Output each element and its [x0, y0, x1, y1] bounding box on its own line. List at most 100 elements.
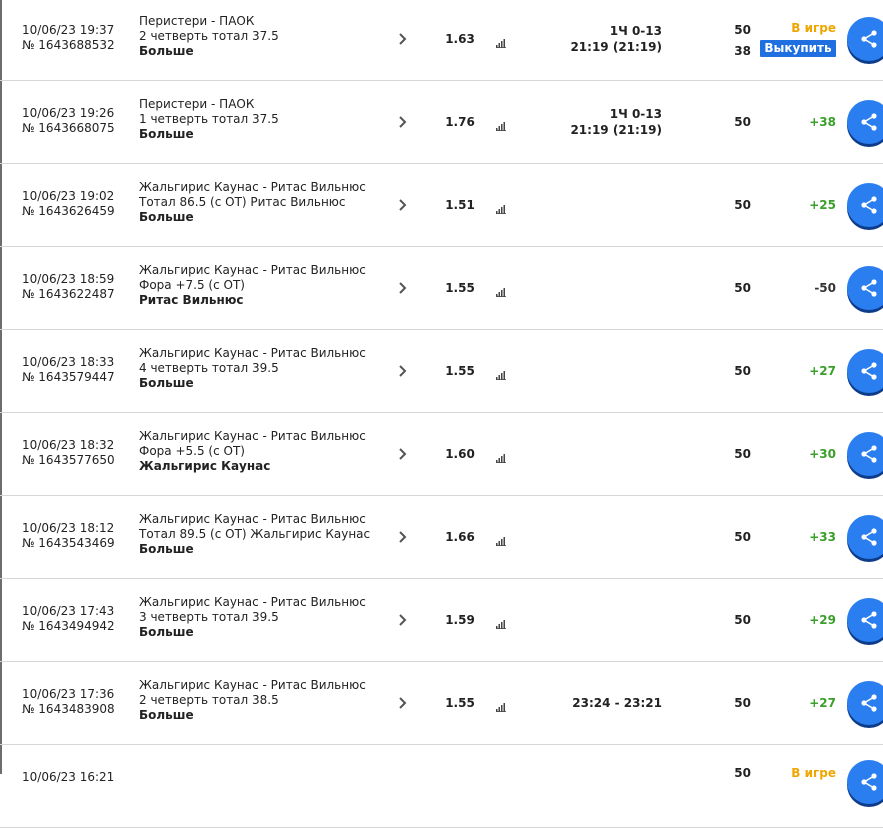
bar-chart-icon[interactable]	[496, 448, 506, 463]
bet-pick: Больше	[139, 708, 194, 722]
bet-stake: 50	[734, 198, 751, 212]
chevron-right-icon[interactable]	[397, 280, 409, 296]
market-name: 1 четверть тотал 37.5	[139, 112, 279, 126]
share-button[interactable]	[847, 760, 883, 804]
bet-date: 10/06/23 17:43	[22, 604, 115, 618]
chevron-right-icon[interactable]	[397, 363, 409, 379]
share-icon	[861, 30, 877, 48]
event-name: Жальгирис Каунас - Ритас Вильнюс	[139, 595, 366, 609]
market-name: Фора +7.5 (с ОТ)	[139, 278, 245, 292]
share-button[interactable]	[847, 100, 883, 144]
bet-stake: 50	[734, 613, 751, 627]
share-icon	[861, 773, 877, 791]
market-name: 2 четверть тотал 38.5	[139, 693, 279, 707]
share-icon	[861, 528, 877, 546]
match-score-period: 23:24 - 23:21	[572, 696, 662, 710]
bet-date: 10/06/23 18:59	[22, 272, 115, 286]
buyout-button[interactable]: Выкупить	[760, 40, 836, 57]
bet-number: № 1643579447	[22, 370, 115, 384]
bet-row[interactable]: 10/06/23 18:12 № 1643543469 Жальгирис Ка…	[0, 496, 883, 579]
bar-chart-icon[interactable]	[496, 33, 506, 48]
bar-chart-icon[interactable]	[496, 116, 506, 131]
bet-odds: 1.55	[445, 364, 475, 378]
bar-chart-icon[interactable]	[496, 531, 506, 546]
bet-odds: 1.63	[445, 32, 475, 46]
bet-pick: Больше	[139, 376, 194, 390]
bet-row[interactable]: 10/06/23 19:02 № 1643626459 Жальгирис Ка…	[0, 164, 883, 247]
chevron-right-icon[interactable]	[397, 612, 409, 628]
bet-odds: 1.60	[445, 447, 475, 461]
bet-date-block: 10/06/23 16:21	[22, 770, 114, 785]
bet-row[interactable]: 10/06/23 19:26 № 1643668075 Перистери - …	[0, 81, 883, 164]
bet-number: № 1643494942	[22, 619, 115, 633]
bet-history-list: 10/06/23 19:37 № 1643688532 Перистери - …	[0, 0, 883, 828]
share-button[interactable]	[847, 432, 883, 476]
status-badge: В игре	[791, 766, 836, 780]
bet-row[interactable]: 10/06/23 16:21 50 В игре	[0, 745, 883, 828]
match-score-period: 1Ч 0-13	[609, 107, 662, 121]
chevron-right-icon[interactable]	[397, 446, 409, 462]
bet-date-block: 10/06/23 19:37 № 1643688532	[22, 23, 115, 53]
bet-row[interactable]: 10/06/23 17:43 № 1643494942 Жальгирис Ка…	[0, 579, 883, 662]
bet-event-block: Перистери - ПАОК 1 четверть тотал 37.5 Б…	[139, 97, 279, 142]
share-button[interactable]	[847, 266, 883, 310]
bet-date: 10/06/23 16:21	[22, 770, 115, 784]
bet-date: 10/06/23 19:26	[22, 106, 115, 120]
bet-event-block: Жальгирис Каунас - Ритас Вильнюс Фора +5…	[139, 429, 366, 474]
share-icon	[861, 611, 877, 629]
bar-chart-icon[interactable]	[496, 697, 506, 712]
bet-event-block: Жальгирис Каунас - Ритас Вильнюс Тотал 8…	[139, 180, 366, 225]
event-name: Жальгирис Каунас - Ритас Вильнюс	[139, 346, 366, 360]
bet-date-block: 10/06/23 19:02 № 1643626459	[22, 189, 115, 219]
share-button[interactable]	[847, 598, 883, 642]
bet-pick: Ритас Вильнюс	[139, 293, 244, 307]
match-score-total: 21:19 (21:19)	[570, 40, 662, 54]
bar-chart-icon[interactable]	[496, 365, 506, 380]
event-name: Жальгирис Каунас - Ритас Вильнюс	[139, 429, 366, 443]
event-name: Жальгирис Каунас - Ритас Вильнюс	[139, 263, 366, 277]
share-button[interactable]	[847, 515, 883, 559]
bet-date-block: 10/06/23 18:33 № 1643579447	[22, 355, 115, 385]
bet-stake: 50	[734, 23, 751, 37]
share-icon	[861, 196, 877, 214]
bet-row[interactable]: 10/06/23 18:33 № 1643579447 Жальгирис Ка…	[0, 330, 883, 413]
share-button[interactable]	[847, 681, 883, 725]
bet-pick: Больше	[139, 625, 194, 639]
chevron-right-icon[interactable]	[397, 529, 409, 545]
chevron-right-icon[interactable]	[397, 114, 409, 130]
bet-row[interactable]: 10/06/23 17:36 № 1643483908 Жальгирис Ка…	[0, 662, 883, 745]
market-name: Тотал 86.5 (с ОТ) Ритас Вильнюс	[139, 195, 346, 209]
share-icon	[861, 279, 877, 297]
share-button[interactable]	[847, 183, 883, 227]
bet-pick: Больше	[139, 210, 194, 224]
bet-odds: 1.55	[445, 281, 475, 295]
status-badge: В игре	[791, 21, 836, 35]
bar-chart-icon[interactable]	[496, 614, 506, 629]
bet-number: № 1643688532	[22, 38, 115, 52]
bet-stake: 50	[734, 696, 751, 710]
bet-result: +27	[809, 696, 836, 710]
bar-chart-icon[interactable]	[496, 282, 506, 297]
market-name: 3 четверть тотал 39.5	[139, 610, 279, 624]
bet-number: № 1643543469	[22, 536, 115, 550]
event-name: Жальгирис Каунас - Ритас Вильнюс	[139, 512, 366, 526]
bet-number: № 1643668075	[22, 121, 115, 135]
bet-row[interactable]: 10/06/23 18:32 № 1643577650 Жальгирис Ка…	[0, 413, 883, 496]
chevron-right-icon[interactable]	[397, 695, 409, 711]
bet-event-block: Жальгирис Каунас - Ритас Вильнюс 3 четве…	[139, 595, 366, 640]
bar-chart-icon[interactable]	[496, 199, 506, 214]
bet-event-block: Жальгирис Каунас - Ритас Вильнюс 4 четве…	[139, 346, 366, 391]
bet-odds: 1.51	[445, 198, 475, 212]
chevron-right-icon[interactable]	[397, 197, 409, 213]
bet-result: +27	[809, 364, 836, 378]
bet-date-block: 10/06/23 17:43 № 1643494942	[22, 604, 115, 634]
bet-date-block: 10/06/23 19:26 № 1643668075	[22, 106, 115, 136]
bet-row[interactable]: 10/06/23 19:37 № 1643688532 Перистери - …	[0, 0, 883, 81]
bet-pick: Больше	[139, 542, 194, 556]
bet-date-block: 10/06/23 18:12 № 1643543469	[22, 521, 115, 551]
share-button[interactable]	[847, 17, 883, 61]
chevron-right-icon[interactable]	[397, 31, 409, 47]
share-button[interactable]	[847, 349, 883, 393]
bet-number: № 1643622487	[22, 287, 115, 301]
bet-row[interactable]: 10/06/23 18:59 № 1643622487 Жальгирис Ка…	[0, 247, 883, 330]
